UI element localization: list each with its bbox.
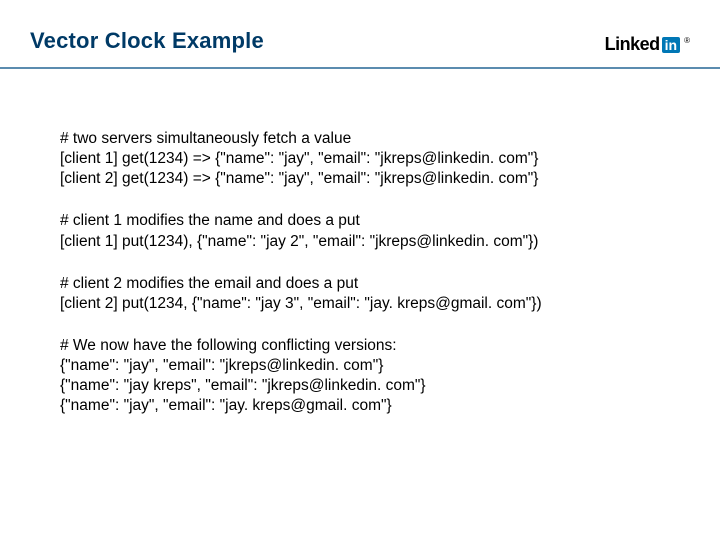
code-line: [client 2] get(1234) => {"name": "jay", …: [60, 169, 660, 189]
code-line: [client 1] put(1234), {"name": "jay 2", …: [60, 232, 660, 252]
code-line: # client 1 modifies the name and does a …: [60, 211, 660, 231]
code-block-2: # client 1 modifies the name and does a …: [60, 211, 660, 251]
code-line: [client 1] get(1234) => {"name": "jay", …: [60, 149, 660, 169]
linkedin-logo: Linked in ®: [605, 28, 690, 55]
logo-text: Linked: [605, 34, 660, 55]
code-line: # two servers simultaneously fetch a val…: [60, 129, 660, 149]
code-line: [client 2] put(1234, {"name": "jay 3", "…: [60, 294, 660, 314]
logo-trademark: ®: [684, 36, 690, 45]
code-block-4: # We now have the following conflicting …: [60, 336, 660, 417]
slide-header: Vector Clock Example Linked in ®: [0, 0, 720, 69]
code-line: # client 2 modifies the email and does a…: [60, 274, 660, 294]
slide-body: # two servers simultaneously fetch a val…: [0, 69, 720, 417]
slide-title: Vector Clock Example: [30, 28, 264, 54]
code-line: # We now have the following conflicting …: [60, 336, 660, 356]
code-line: {"name": "jay kreps", "email": "jkreps@l…: [60, 376, 660, 396]
code-block-3: # client 2 modifies the email and does a…: [60, 274, 660, 314]
code-line: {"name": "jay", "email": "jkreps@linkedi…: [60, 356, 660, 376]
logo-in-badge: in: [662, 37, 680, 53]
code-line: {"name": "jay", "email": "jay. kreps@gma…: [60, 396, 660, 416]
code-block-1: # two servers simultaneously fetch a val…: [60, 129, 660, 189]
